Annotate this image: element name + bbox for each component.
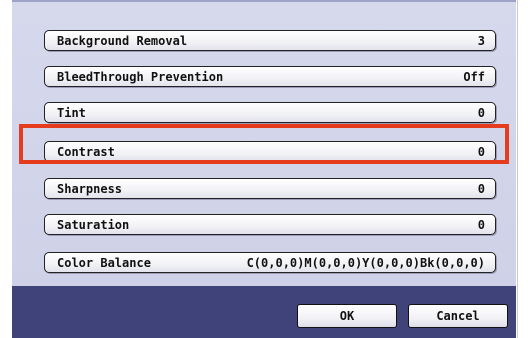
setting-label: Sharpness — [57, 181, 123, 196]
setting-value: 0 — [477, 217, 485, 232]
selection-highlight — [19, 124, 509, 164]
setting-background-removal[interactable]: Background Removal 3 — [44, 30, 496, 51]
setting-label: Saturation — [57, 217, 130, 232]
setting-tint[interactable]: Tint 0 — [44, 102, 496, 123]
setting-label: Color Balance — [57, 255, 151, 270]
setting-value: 0 — [477, 181, 485, 196]
setting-label: Background Removal — [57, 33, 188, 48]
setting-value: C(0,0,0)M(0,0,0)Y(0,0,0)Bk(0,0,0) — [246, 255, 485, 270]
setting-label: BleedThrough Prevention — [57, 69, 224, 84]
setting-value: Off — [463, 69, 485, 84]
setting-bleedthrough-prevention[interactable]: BleedThrough Prevention Off — [44, 66, 496, 87]
setting-label: Tint — [57, 105, 86, 120]
cancel-button[interactable]: Cancel — [408, 304, 508, 328]
ok-button[interactable]: OK — [297, 304, 397, 328]
setting-value: 3 — [477, 33, 485, 48]
setting-sharpness[interactable]: Sharpness 0 — [44, 178, 496, 199]
setting-saturation[interactable]: Saturation 0 — [44, 214, 496, 235]
setting-color-balance[interactable]: Color Balance C(0,0,0)M(0,0,0)Y(0,0,0)Bk… — [44, 252, 496, 273]
setting-value: 0 — [477, 105, 485, 120]
